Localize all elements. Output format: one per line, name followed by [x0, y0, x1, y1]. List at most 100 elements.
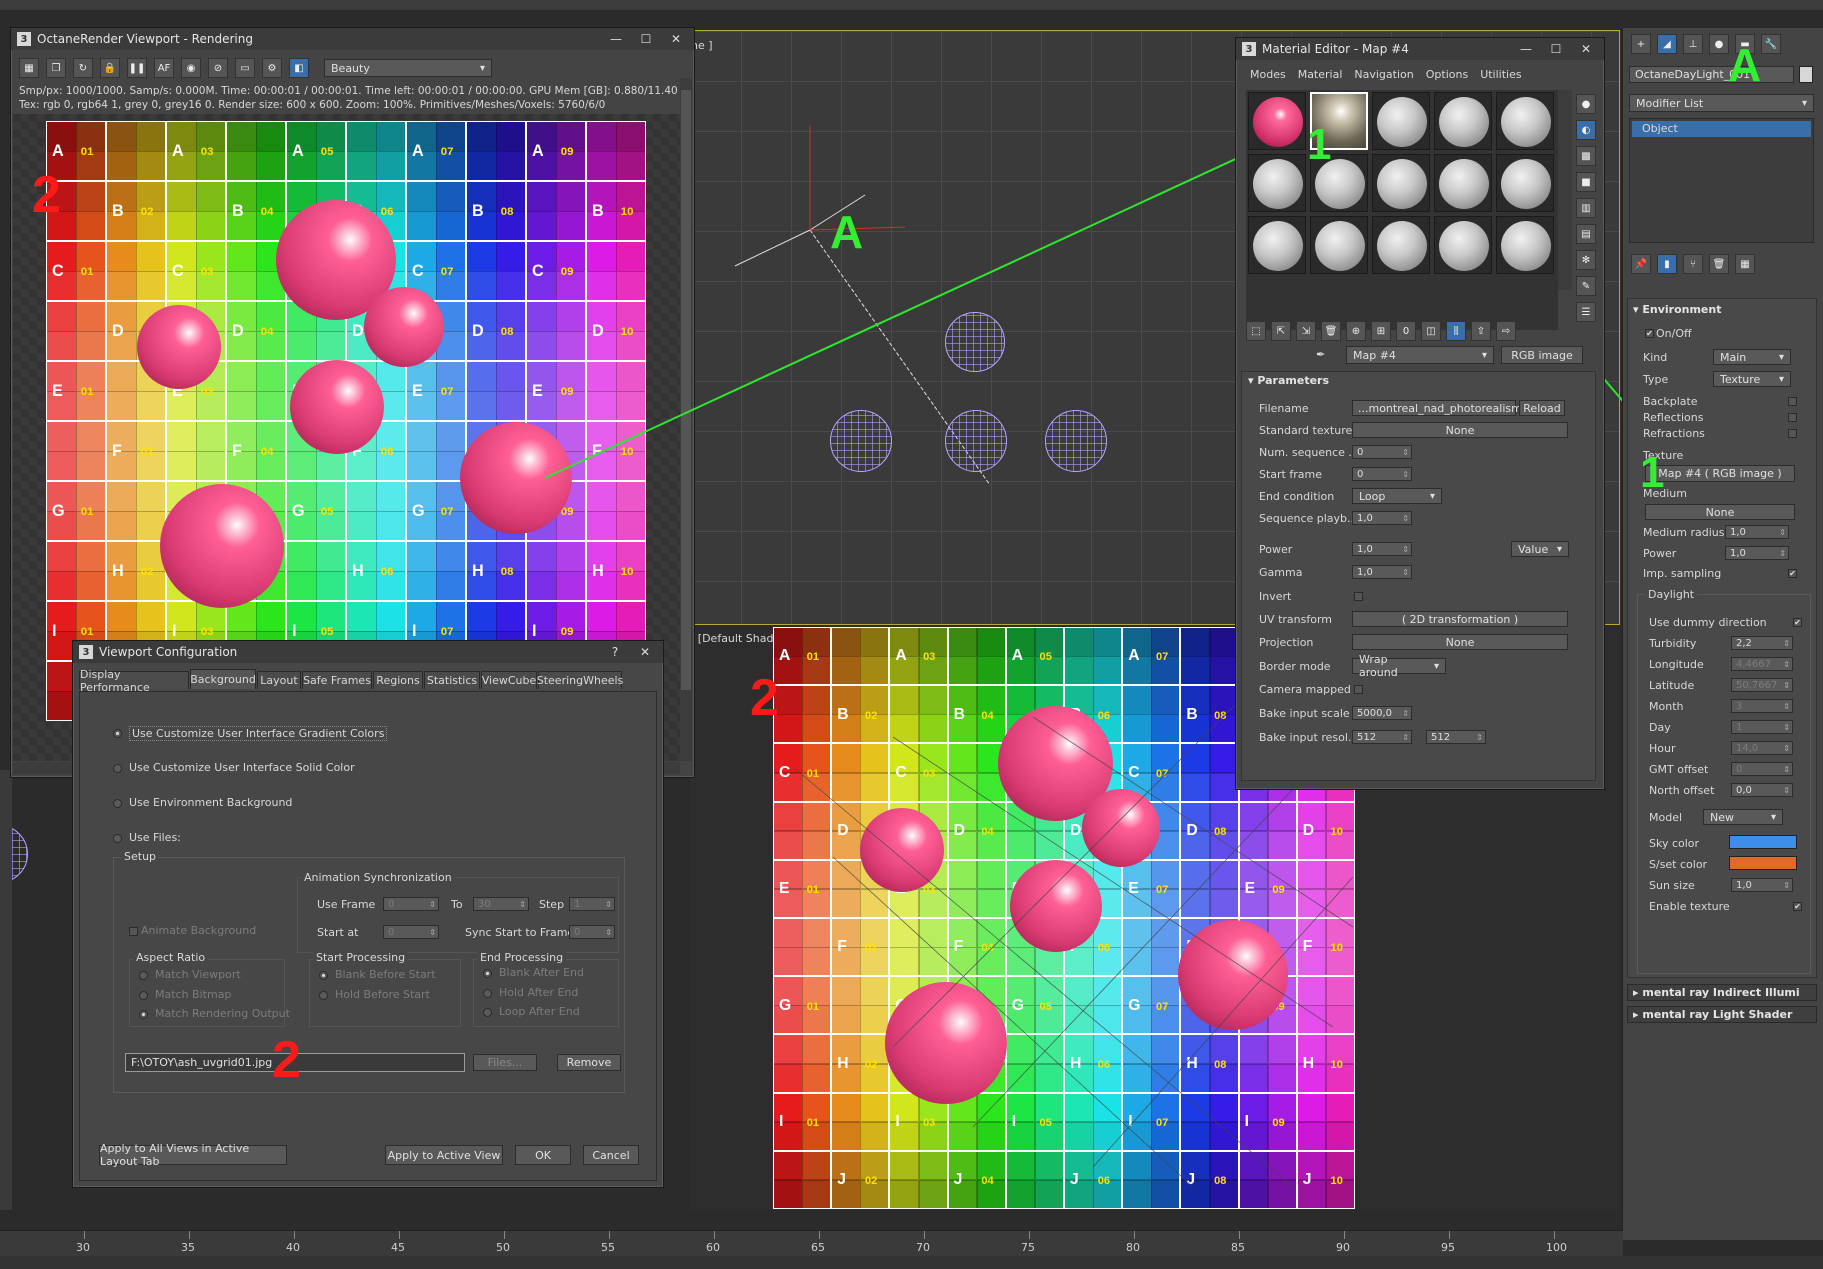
step-spinner[interactable]: 1 — [569, 897, 615, 911]
modifier-stack-object[interactable]: Object — [1632, 121, 1811, 137]
material-slot[interactable] — [1434, 154, 1492, 212]
remove-button[interactable]: Remove — [557, 1054, 621, 1071]
invert-checkbox[interactable] — [1354, 592, 1363, 601]
material-slot[interactable] — [1434, 216, 1492, 274]
make-unique-icon[interactable]: ⑂ — [1683, 254, 1703, 274]
object-name-field[interactable]: OctaneDayLight_001 — [1629, 66, 1794, 83]
help-icon[interactable]: ? — [603, 644, 627, 660]
pin-stack-icon[interactable]: 📌 — [1631, 254, 1651, 274]
material-slot[interactable] — [1372, 154, 1430, 212]
radio-hold-before[interactable] — [319, 991, 328, 1000]
show-end-result-icon[interactable]: ▮ — [1657, 254, 1677, 274]
texture-map-button[interactable]: Map #4 ( RGB image ) — [1645, 465, 1795, 482]
material-slot[interactable] — [1372, 92, 1430, 150]
material-slot[interactable] — [1310, 216, 1368, 274]
motion-tab-icon[interactable]: ● — [1709, 34, 1729, 54]
option-use-files[interactable]: Use Files: — [129, 831, 181, 844]
turbidity-spinner[interactable]: 2,2 — [1731, 636, 1793, 650]
tab-layout[interactable]: Layout — [257, 671, 301, 689]
hour-spinner[interactable]: 14,0 — [1731, 741, 1793, 755]
option-gradient-colors[interactable]: Use Customize User Interface Gradient Co… — [129, 726, 388, 741]
assign-icon[interactable]: ⇲ — [1296, 321, 1316, 341]
close-icon[interactable]: ✕ — [633, 644, 657, 660]
map-type-button[interactable]: RGB image — [1501, 346, 1583, 364]
show-end-icon[interactable]: ⫼ — [1446, 321, 1466, 341]
material-slot[interactable] — [1496, 216, 1554, 274]
latitude-spinner[interactable]: 50,7667 — [1731, 678, 1793, 692]
dummy-direction-checkbox[interactable]: ✔ — [1793, 618, 1802, 627]
object-color-swatch[interactable] — [1799, 66, 1813, 83]
imp-sampling-checkbox[interactable]: ✔ — [1788, 569, 1797, 578]
cancel-button[interactable]: Cancel — [583, 1145, 639, 1165]
start-frame-spinner[interactable]: 0 — [1352, 467, 1412, 481]
files-button[interactable]: Files... — [473, 1054, 537, 1071]
sample-type-icon[interactable]: ● — [1576, 94, 1596, 114]
select-by-material-icon[interactable]: ✎ — [1576, 276, 1596, 296]
put-to-scene-icon[interactable]: ⇱ — [1271, 321, 1291, 341]
radio-solid-color[interactable] — [113, 764, 122, 773]
material-slot[interactable] — [1434, 92, 1492, 150]
border-mode-dropdown[interactable]: Wrap around — [1352, 653, 1446, 679]
gmt-offset-spinner[interactable]: 0 — [1731, 762, 1793, 776]
standard-texture-button[interactable]: None — [1352, 422, 1568, 438]
sset-color-swatch[interactable] — [1729, 856, 1797, 870]
reflections-checkbox[interactable] — [1788, 413, 1797, 422]
material-editor-window[interactable]: 3 Material Editor - Map #4 — ☐ ✕ Modes M… — [1235, 37, 1605, 790]
material-slot[interactable] — [1248, 92, 1306, 150]
tab-regions[interactable]: Regions — [373, 671, 423, 689]
show-map-icon[interactable]: ◫ — [1421, 321, 1441, 341]
sun-size-spinner[interactable]: 1,0 — [1731, 878, 1793, 892]
option-environment-bg[interactable]: Use Environment Background — [129, 796, 292, 809]
material-slot[interactable] — [1372, 216, 1430, 274]
radio-match-bitmap[interactable] — [139, 991, 148, 1000]
tab-viewcube[interactable]: ViewCube — [481, 671, 537, 689]
material-slot[interactable] — [1496, 154, 1554, 212]
configure-sets-icon[interactable]: ▦ — [1735, 254, 1755, 274]
sequence-playback-spinner[interactable]: 1,0 — [1352, 511, 1412, 525]
power-mode-dropdown[interactable]: Value — [1511, 541, 1569, 557]
radio-environment-bg[interactable] — [113, 799, 122, 808]
close-icon[interactable]: ✕ — [1574, 41, 1598, 57]
material-editor-titlebar[interactable]: 3 Material Editor - Map #4 — ☐ ✕ — [1236, 38, 1604, 60]
radio-match-viewport[interactable] — [139, 971, 148, 980]
kind-dropdown[interactable]: Main — [1713, 349, 1791, 365]
filename-field[interactable]: ...montreal_nad_photorealism.exr — [1352, 400, 1543, 416]
sync-start-spinner[interactable]: 0 — [569, 925, 615, 939]
refractions-checkbox[interactable] — [1788, 429, 1797, 438]
hierarchy-tab-icon[interactable]: ⊥ — [1683, 34, 1703, 54]
backplate-checkbox[interactable] — [1788, 397, 1797, 406]
gamma-spinner[interactable]: 1,0 — [1352, 565, 1412, 579]
month-spinner[interactable]: 3 — [1731, 699, 1793, 713]
modify-tab-icon[interactable]: ◢ — [1657, 34, 1677, 54]
bake-res-width-spinner[interactable]: 512 — [1352, 730, 1412, 744]
menu-options[interactable]: Options — [1420, 68, 1474, 81]
create-tab-icon[interactable]: + — [1631, 34, 1651, 54]
bake-res-height-spinner[interactable]: 512 — [1426, 730, 1486, 744]
timeline[interactable]: 30 35 40 45 50 55 60 65 70 75 80 85 90 95 100 — [0, 1230, 1623, 1256]
tab-statistics[interactable]: Statistics — [424, 671, 480, 689]
longitude-spinner[interactable]: 4,4667 — [1731, 657, 1793, 671]
make-unique-icon[interactable]: ⊕ — [1346, 321, 1366, 341]
utilities-tab-icon[interactable]: 🔧 — [1761, 34, 1781, 54]
slots-scrollbar[interactable] — [1558, 90, 1572, 290]
get-material-icon[interactable]: ⬚ — [1246, 321, 1266, 341]
delete-icon[interactable]: 🗑 — [1321, 321, 1341, 341]
video-check-icon[interactable]: ▥ — [1576, 198, 1596, 218]
radio-blank-after[interactable] — [483, 969, 492, 978]
uv-tiling-icon[interactable]: ■ — [1576, 172, 1596, 192]
material-slot[interactable] — [1248, 154, 1306, 212]
use-frame-to-spinner[interactable]: 30 — [473, 897, 529, 911]
type-dropdown[interactable]: Texture — [1713, 371, 1791, 387]
go-sibling-icon[interactable]: ⇨ — [1496, 321, 1516, 341]
tab-background[interactable]: Background — [190, 669, 256, 689]
tab-safe-frames[interactable]: Safe Frames — [302, 671, 372, 689]
end-condition-dropdown[interactable]: Loop — [1352, 488, 1442, 504]
tab-steeringwheels[interactable]: SteeringWheels — [537, 671, 623, 689]
animate-bg-checkbox[interactable] — [129, 927, 138, 936]
north-offset-spinner[interactable]: 0,0 — [1731, 783, 1793, 797]
radio-hold-after[interactable] — [483, 989, 492, 998]
maximize-icon[interactable]: ☐ — [1544, 41, 1568, 57]
modifier-list-dropdown[interactable]: Modifier List — [1629, 94, 1814, 112]
model-dropdown[interactable]: New — [1703, 809, 1783, 825]
material-slot[interactable] — [1248, 216, 1306, 274]
